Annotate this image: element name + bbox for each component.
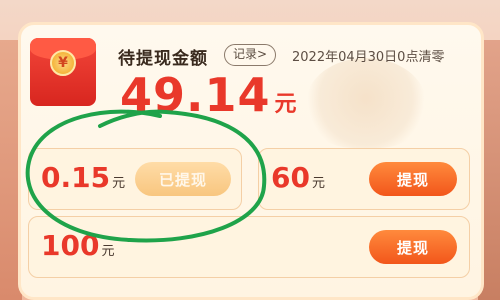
option-value: 60 元 <box>271 161 325 194</box>
option-amount: 60 <box>271 161 310 194</box>
option-value: 0.15 元 <box>41 161 125 194</box>
withdraw-option-100: 100 元 提现 <box>28 216 470 278</box>
record-button[interactable]: 记录> <box>224 44 277 66</box>
chevron-right-icon: > <box>257 47 268 61</box>
reset-note: 2022年04月30日0点清零 <box>292 50 445 65</box>
withdrawn-button[interactable]: 已提现 <box>135 162 231 196</box>
amount-unit: 元 <box>274 92 297 117</box>
option-unit: 元 <box>101 244 115 259</box>
option-amount: 100 <box>41 229 100 262</box>
mascot-illustration <box>306 58 426 148</box>
pending-amount: 49.14 元 <box>120 68 297 122</box>
withdraw-option-60: 60 元 提现 <box>258 148 470 210</box>
amount-value: 49.14 <box>120 68 271 122</box>
coin-icon: ¥ <box>50 50 76 76</box>
withdraw-button[interactable]: 提现 <box>369 230 457 264</box>
red-envelope-icon: ¥ <box>30 38 96 106</box>
option-value: 100 元 <box>41 229 114 262</box>
withdraw-button[interactable]: 提现 <box>369 162 457 196</box>
page-title: 待提现金额 <box>118 49 208 69</box>
withdraw-option-0-15: 0.15 元 已提现 <box>28 148 242 210</box>
option-unit: 元 <box>311 176 325 191</box>
option-amount: 0.15 <box>41 161 111 194</box>
option-unit: 元 <box>112 176 126 191</box>
record-label: 记录 <box>233 47 258 61</box>
